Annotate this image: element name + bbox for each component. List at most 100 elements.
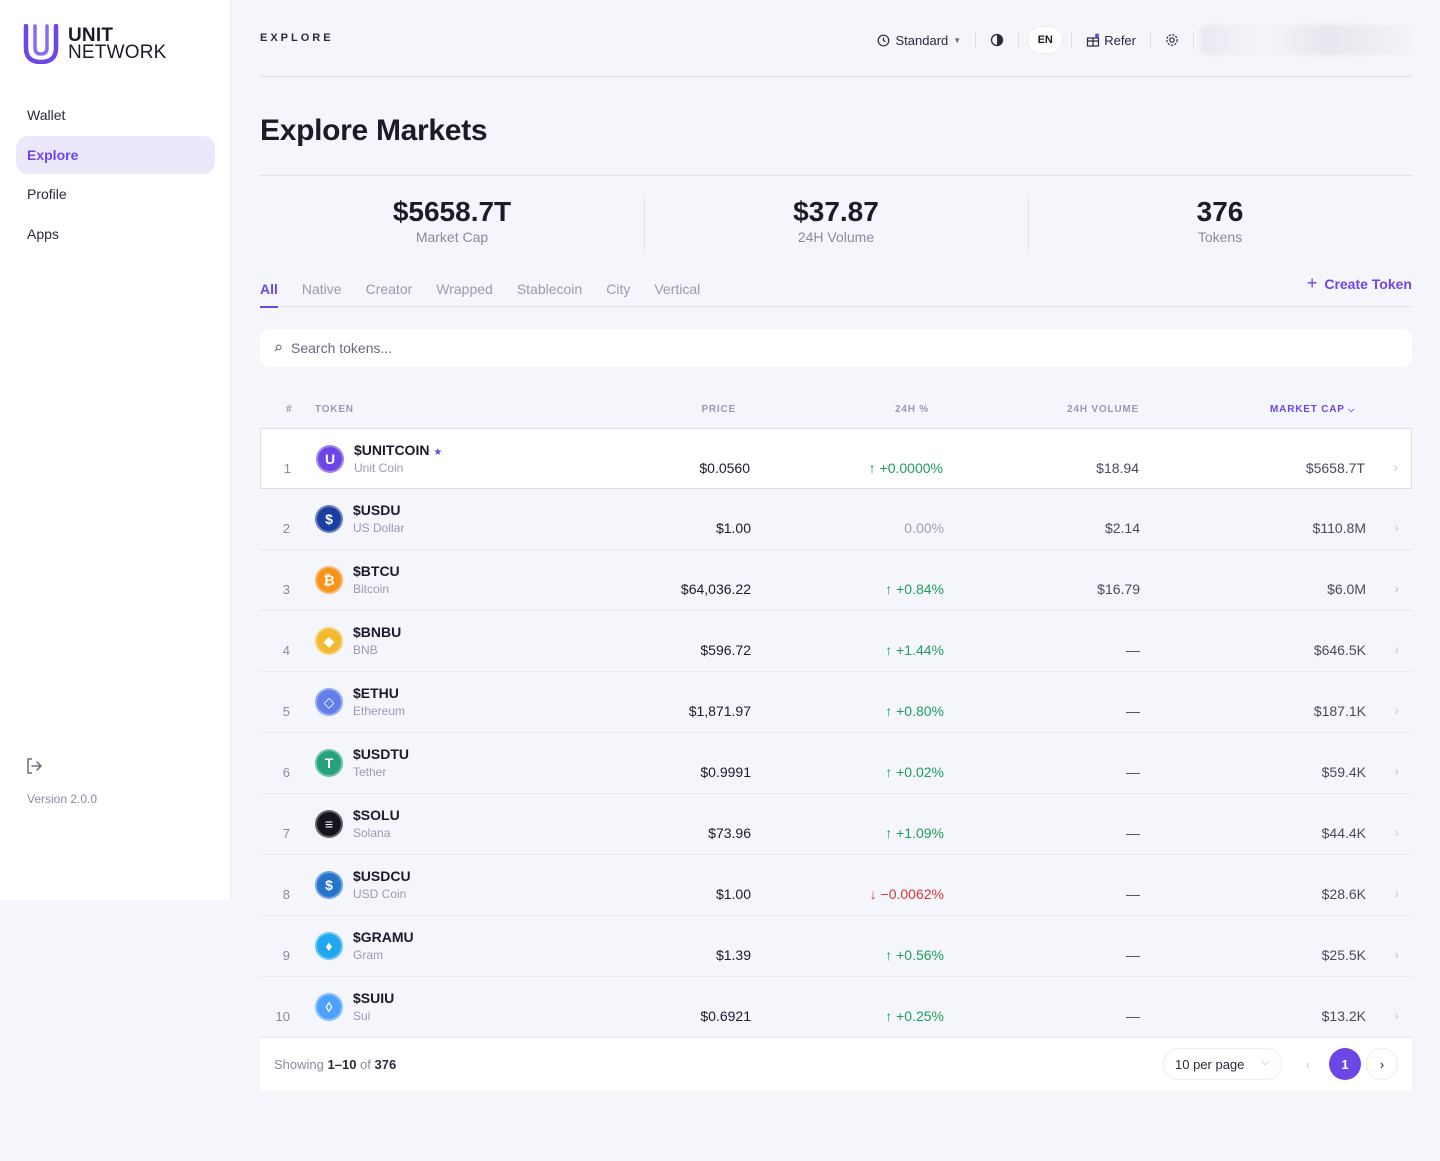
tab-wrapped[interactable]: Wrapped [436, 276, 493, 307]
row-rank: 5 [282, 704, 290, 719]
bitcoin-icon: ₿ [315, 566, 343, 594]
header-24h-volume[interactable]: 24H VOLUME [1067, 404, 1139, 415]
token-price: $1.39 [715, 947, 751, 963]
search-input[interactable] [291, 340, 1191, 356]
table-row[interactable]: 4 ◆ $BNBU BNB $596.72 ↑ +1.44% — $646.5K › [260, 611, 1412, 672]
header-market-cap-label: MARKET CAP [1270, 404, 1345, 415]
token-24h-change: ↓ −0.0062% [869, 886, 944, 902]
search-icon [274, 344, 282, 352]
token-filter-tabs: All Native Creator Wrapped Stablecoin Ci… [260, 276, 1412, 308]
logo[interactable]: UNIT NETWORK [23, 24, 167, 64]
per-page-select[interactable]: 10 per page ⌵ [1163, 1048, 1282, 1080]
language-button[interactable]: EN [1027, 26, 1064, 54]
tab-stablecoin[interactable]: Stablecoin [517, 276, 582, 307]
stat-value: $37.87 [793, 196, 879, 227]
user-account-blurred[interactable] [1200, 25, 1412, 55]
tab-vertical[interactable]: Vertical [654, 276, 700, 307]
gift-icon [1087, 33, 1100, 47]
token-24h-change: 0.00% [904, 520, 944, 536]
logo-line-2: NETWORK [68, 42, 167, 63]
table-row[interactable]: 6 T $USDTU Tether $0.9991 ↑ +0.02% — $59.4K › [260, 733, 1412, 794]
header-24h-pct[interactable]: 24H % [895, 404, 929, 415]
table-row[interactable]: 10 ◊ $SUIU Sui $0.6921 ↑ +0.25% — $13.2K › [260, 977, 1412, 1038]
token-symbol: $SUIU [353, 990, 394, 1006]
token-price: $1.00 [715, 886, 751, 902]
token-24h-volume: — [1126, 642, 1140, 658]
version-label: Version 2.0.0 [27, 792, 98, 806]
token-market-cap: $110.8M [1312, 520, 1366, 536]
token-market-cap: $5658.7T [1305, 460, 1365, 476]
header-price[interactable]: PRICE [701, 404, 736, 415]
next-page-button[interactable]: › [1366, 1048, 1398, 1080]
token-24h-volume: $16.79 [1097, 581, 1140, 597]
token-24h-volume: — [1126, 703, 1140, 719]
token-symbol: $USDU [353, 502, 400, 518]
token-symbol: $GRAMU [353, 929, 414, 945]
main-content: EXPLORE Standard ▼ EN Refer Explore Mark… [260, 0, 1412, 1091]
token-market-cap: $28.6K [1321, 886, 1366, 902]
mode-dropdown[interactable]: Standard ▼ [877, 33, 961, 48]
token-24h-volume: $18.94 [1096, 460, 1139, 476]
token-market-cap: $646.5K [1313, 642, 1366, 658]
ethereum-icon: ◇ [315, 688, 343, 716]
verified-star-icon: ★ [433, 447, 443, 458]
token-symbol: $BNBU [353, 624, 401, 640]
chevron-right-icon: › [1394, 824, 1399, 840]
token-market-cap: $25.5K [1321, 947, 1366, 963]
sidebar-item-profile[interactable]: Profile [16, 175, 215, 213]
stat-tokens: 376 Tokens [1028, 176, 1412, 257]
row-rank: 7 [282, 826, 290, 841]
table-row[interactable]: 1 U $UNITCOIN ★ Unit Coin $0.0560 ↑ +0.0000% $… [260, 428, 1412, 489]
refer-button[interactable]: Refer [1086, 33, 1136, 48]
token-symbol: $SOLU [353, 807, 400, 823]
token-market-cap: $13.2K [1321, 1008, 1366, 1024]
sui-icon: ◊ [315, 993, 343, 1021]
token-symbol: $UNITCOIN ★ [354, 442, 442, 458]
theme-toggle-icon[interactable] [990, 33, 1004, 47]
chevron-right-icon: › [1393, 459, 1398, 475]
header-market-cap[interactable]: MARKET CAP ⌵ [1270, 404, 1355, 415]
gram-icon: ♦ [315, 932, 343, 960]
header-token[interactable]: TOKEN [315, 404, 354, 415]
chevron-down-icon: ⌵ [1348, 405, 1355, 414]
markets-table: # TOKEN PRICE 24H % 24H VOLUME MARKET CA… [260, 394, 1412, 1038]
token-24h-volume: $2.14 [1104, 520, 1140, 536]
refer-label: Refer [1104, 32, 1136, 48]
token-symbol-text: $GRAMU [353, 929, 414, 945]
token-symbol-text: $SOLU [353, 807, 400, 823]
tab-native[interactable]: Native [302, 276, 342, 307]
token-24h-change: ↑ +0.84% [885, 581, 944, 597]
tab-all[interactable]: All [260, 276, 278, 308]
table-row[interactable]: 9 ♦ $GRAMU Gram $1.39 ↑ +0.56% — $25.5K › [260, 916, 1412, 977]
tab-city[interactable]: City [606, 276, 630, 307]
logout-icon[interactable] [25, 757, 43, 775]
token-name: Sui [353, 1009, 371, 1023]
table-row[interactable]: 2 $ $USDU US Dollar $1.00 0.00% $2.14 $110.8M › [260, 489, 1412, 550]
sidebar-item-explore[interactable]: Explore [16, 135, 215, 174]
showing-total: 376 [374, 1057, 397, 1072]
table-row[interactable]: 8 $ $USDCU USD Coin $1.00 ↓ −0.0062% — $28.6K › [260, 855, 1412, 916]
stat-value: $5658.7T [392, 196, 512, 227]
sidebar-item-wallet[interactable]: Wallet [16, 96, 215, 134]
table-row[interactable]: 5 ◇ $ETHU Ethereum $1,871.97 ↑ +0.80% — $187.1K… [260, 672, 1412, 733]
create-token-button[interactable]: + Create Token [1307, 273, 1412, 294]
prev-page-button[interactable]: ‹ [1292, 1048, 1324, 1080]
divider [1150, 33, 1151, 47]
token-24h-change: ↑ +1.09% [885, 825, 944, 841]
token-24h-volume: — [1126, 825, 1140, 841]
token-24h-change: ↑ +0.25% [885, 1008, 944, 1024]
settings-gear-icon[interactable] [1165, 33, 1179, 47]
row-rank: 4 [282, 643, 290, 658]
sidebar-item-apps[interactable]: Apps [16, 215, 215, 253]
token-24h-volume: — [1126, 1008, 1140, 1024]
token-price: $1,871.97 [688, 703, 751, 719]
token-24h-volume: — [1126, 764, 1140, 780]
table-row[interactable]: 3 ₿ $BTCU Bitcoin $64,036.22 ↑ +0.84% $16.79 $6… [260, 550, 1412, 611]
token-price: $1.00 [715, 520, 751, 536]
token-symbol: $USDTU [353, 746, 409, 762]
table-row[interactable]: 7 ≡ $SOLU Solana $73.96 ↑ +1.09% — $44.4K › [260, 794, 1412, 855]
current-page-button[interactable]: 1 [1329, 1048, 1361, 1080]
stat-label: 24H Volume [797, 229, 875, 245]
tab-creator[interactable]: Creator [366, 276, 413, 307]
tether-icon: T [315, 749, 343, 777]
